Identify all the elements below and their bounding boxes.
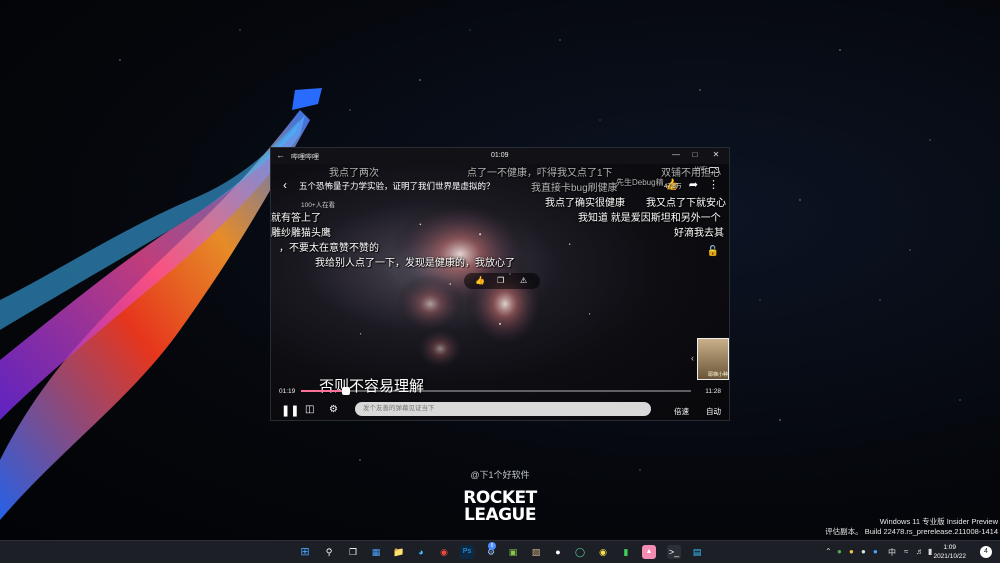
app-name: 哔哩哔哩 xyxy=(291,154,319,161)
file-explorer-icon[interactable]: 📁 xyxy=(392,545,406,559)
share-icon[interactable]: ➦ xyxy=(689,179,698,191)
tray-chevron-icon[interactable]: ⌃ xyxy=(825,547,832,556)
device-clock: 01:09 xyxy=(491,152,509,159)
tray-wechat-icon[interactable]: ● xyxy=(837,547,842,556)
danmaku-5: 先生Debug精 xyxy=(616,178,664,187)
screen-lock-icon[interactable]: 🔓 xyxy=(707,246,719,257)
danmaku-settings-icon[interactable]: ⚙ xyxy=(329,404,338,415)
danmaku-1: 我点了两次 xyxy=(329,168,379,179)
video-player-window[interactable]: ← 哔哩哔哩 01:09 — □ ✕ WiFi ‹ 五个恐怖量子力学实验，证明了… xyxy=(270,147,730,421)
build-line1: Windows 11 专业版 Insider Preview xyxy=(879,517,998,526)
app-icon-search[interactable]: ◯ xyxy=(573,545,587,559)
danmaku-11: 好滴我去其 xyxy=(674,228,724,239)
bilibili-icon[interactable]: ▲ xyxy=(642,545,656,559)
app-icon-game[interactable]: ▧ xyxy=(529,545,543,559)
volume-icon[interactable]: ♬ xyxy=(916,547,924,556)
danmaku-2: 点了一不健康，吓得我又点了1下 xyxy=(467,168,613,179)
danmaku-6: 我点了确实很健康 xyxy=(545,198,625,209)
tray-app-icon-3[interactable]: ● xyxy=(873,547,878,556)
video-back-icon[interactable]: ‹ xyxy=(283,178,287,192)
build-line2: 评估副本。 Build 22478.rs_prerelease.211008-1… xyxy=(825,527,998,536)
danmaku-copy-icon[interactable]: ❐ xyxy=(497,276,504,285)
progress-bar[interactable] xyxy=(301,387,691,395)
wechat-icon[interactable]: ● xyxy=(551,545,565,559)
photoshop-icon[interactable]: Ps xyxy=(460,545,474,559)
danmaku-7: 我又点了下就安心 xyxy=(646,198,726,209)
edge-icon[interactable]: ◕ xyxy=(414,545,428,559)
taskbar-date: 2021/10/22 xyxy=(933,552,966,560)
notification-center-button[interactable]: 4 xyxy=(980,546,992,558)
thumbnail-label: 耶梯小种 xyxy=(707,372,728,378)
pause-icon[interactable]: ❚❚ xyxy=(281,404,299,417)
close-button[interactable]: ✕ xyxy=(706,150,726,162)
video-subtitle: 否则不容易理解 xyxy=(319,378,425,395)
battery-tray-icon[interactable]: ▮ xyxy=(928,547,932,556)
danmaku-9: 我知道 就是爱因斯坦和另外一个 xyxy=(578,213,721,224)
danmaku-report-icon[interactable]: ⚠ xyxy=(520,276,527,285)
danmaku-12: ，不要太在意赞不赞的 xyxy=(279,243,379,254)
speed-button[interactable]: 倍速 xyxy=(674,406,689,417)
app-icon-monitor[interactable]: ▤ xyxy=(690,545,704,559)
tray-app-icon-1[interactable]: ● xyxy=(849,547,854,556)
window-titlebar[interactable]: ← 哔哩哔哩 01:09 — □ ✕ xyxy=(271,148,729,164)
danmaku-action-bar: 👍 ❐ ⚠ xyxy=(464,273,540,289)
game-logo: ROCKET LEAGUE xyxy=(455,490,545,524)
danmaku-4: 我直接卡bug刷健康 xyxy=(531,183,618,194)
task-view-icon[interactable]: ❐ xyxy=(346,545,360,559)
progress-knob[interactable] xyxy=(341,387,350,395)
search-icon[interactable]: ⚲ xyxy=(322,545,336,559)
danmaku-13: 我给别人点了一下，发现是健康的，我放心了 xyxy=(315,258,515,269)
more-icon[interactable]: ⋮ xyxy=(708,179,719,191)
progress-fill xyxy=(301,390,346,392)
maximize-button[interactable]: □ xyxy=(685,150,705,162)
danmaku-toggle-icon[interactable]: ◫ xyxy=(305,404,314,415)
app-icon-notes[interactable]: ▣ xyxy=(506,545,520,559)
app-icon-green[interactable]: ▮ xyxy=(619,545,633,559)
danmaku-3: 双铺不用担心 xyxy=(661,168,721,179)
danmaku-like-icon[interactable]: 👍 xyxy=(475,276,485,285)
quality-button[interactable]: 自动 xyxy=(706,406,721,417)
notification-badge: 5 xyxy=(488,542,496,550)
watermark-text: @下1个好软件 xyxy=(470,470,530,480)
chevron-left-icon[interactable]: ‹ xyxy=(691,353,694,363)
terminal-icon[interactable]: >_ xyxy=(667,545,681,559)
danmaku-input[interactable] xyxy=(355,402,651,416)
tray-app-icon-2[interactable]: ● xyxy=(861,547,866,556)
windows-start-icon[interactable]: ⊞ xyxy=(298,545,312,559)
total-time: 11:28 xyxy=(705,388,721,395)
wifi-icon[interactable]: ≈ xyxy=(904,547,908,556)
chrome-icon[interactable]: ◉ xyxy=(437,545,451,559)
taskbar-clock[interactable]: 1:09 2021/10/22 xyxy=(933,544,966,561)
taskbar-time: 1:09 xyxy=(943,544,957,551)
game-logo-line2: LEAGUE xyxy=(464,505,536,525)
minimize-button[interactable]: — xyxy=(666,150,686,162)
current-time: 01:19 xyxy=(279,388,296,395)
like-count: 47.8万 xyxy=(664,184,682,190)
build-watermark: Windows 11 专业版 Insider Preview 评估副本。 Bui… xyxy=(825,517,998,537)
video-title: 五个恐怖量子力学实验，证明了我们世界是虚拟的？ xyxy=(299,181,495,191)
taskbar: ⊞ ⚲ ❐ ▦ 📁 ◕ ◉ Ps ⚙ 5 ▣ ▧ ● ◯ ◉ ▮ ▲ >_ ▤ … xyxy=(0,540,1000,563)
viewer-count: 100+人在看 xyxy=(301,202,336,209)
tray-ime[interactable]: 中 xyxy=(888,547,896,558)
danmaku-10: 雕纱雕猫头鹰 xyxy=(271,228,331,239)
app-icon-yellow[interactable]: ◉ xyxy=(596,545,610,559)
titlebar-back-icon[interactable]: ← xyxy=(276,150,285,160)
widgets-icon[interactable]: ▦ xyxy=(369,545,383,559)
danmaku-8: 就有答上了 xyxy=(271,213,321,224)
